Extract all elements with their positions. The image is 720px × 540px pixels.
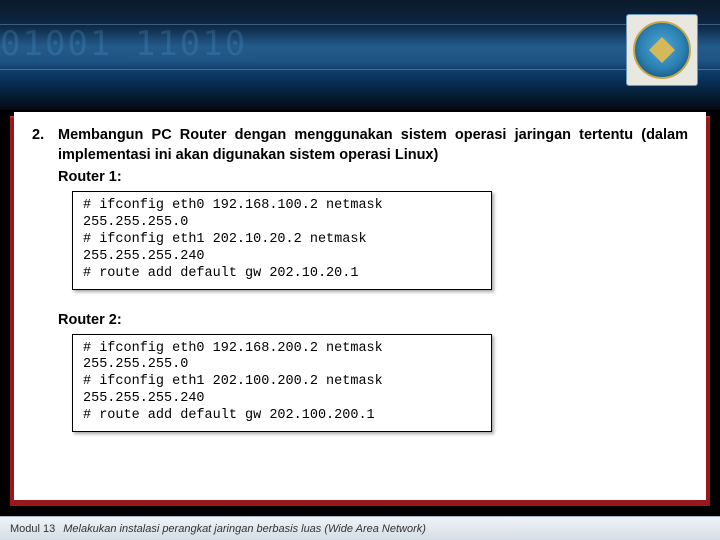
content-card: 2. Membangun PC Router dengan menggunaka…	[14, 112, 706, 500]
logo-box	[626, 14, 698, 86]
footer-title: Melakukan instalasi perangkat jaringan b…	[63, 523, 426, 535]
header-banner: 01001 11010	[0, 0, 720, 110]
list-item: 2. Membangun PC Router dengan menggunaka…	[32, 126, 688, 165]
router2-code: # ifconfig eth0 192.168.200.2 netmask 25…	[72, 334, 492, 432]
footer-module: Modul 13	[10, 523, 55, 535]
main-panel: 2. Membangun PC Router dengan menggunaka…	[10, 116, 710, 506]
item-number: 2.	[32, 126, 58, 165]
item-text: Membangun PC Router dengan menggunakan s…	[58, 126, 688, 165]
header-bar	[0, 24, 720, 70]
router1-label: Router 1:	[58, 169, 688, 185]
footer: Modul 13 Melakukan instalasi perangkat j…	[0, 516, 720, 540]
logo-icon	[633, 21, 691, 79]
router2-label: Router 2:	[58, 312, 688, 328]
router1-code: # ifconfig eth0 192.168.100.2 netmask 25…	[72, 191, 492, 289]
